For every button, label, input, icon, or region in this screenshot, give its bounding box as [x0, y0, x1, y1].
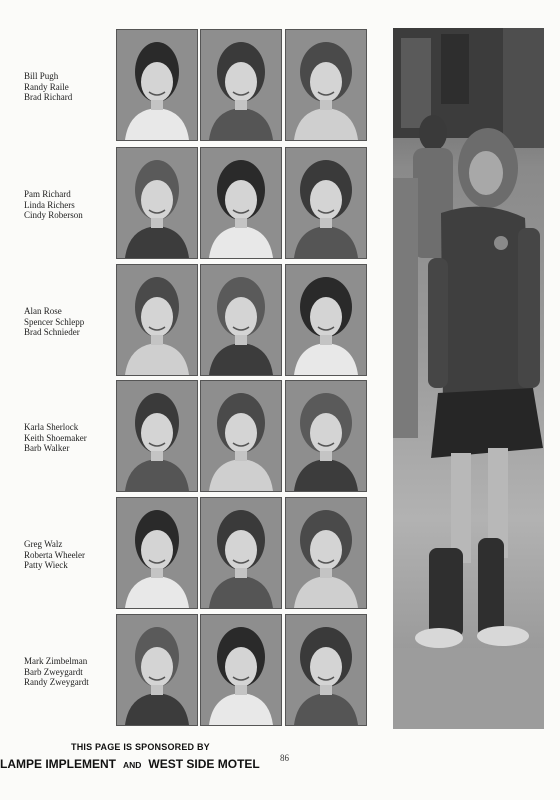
student-portrait — [116, 29, 198, 141]
student-name: Cindy Roberson — [24, 210, 83, 220]
sponsor-and: AND — [123, 760, 142, 770]
student-portrait — [116, 264, 198, 376]
portrait-row: Pam Richard Linda Richers Cindy Roberson — [0, 147, 380, 263]
student-portrait — [200, 614, 282, 726]
student-name: Brad Schnieder — [24, 327, 80, 337]
name-list: Alan Rose Spencer Schlepp Brad Schnieder — [24, 306, 116, 338]
name-list: Pam Richard Linda Richers Cindy Roberson — [24, 189, 116, 221]
student-name: Barb Walker — [24, 443, 70, 453]
sponsor-first: LAMPE IMPLEMENT — [0, 757, 116, 771]
name-list: Karla Sherlock Keith Shoemaker Barb Walker — [24, 422, 116, 454]
portrait-row: Alan Rose Spencer Schlepp Brad Schnieder — [0, 264, 380, 380]
student-portrait — [285, 380, 367, 492]
portrait-row: Karla Sherlock Keith Shoemaker Barb Walker — [0, 380, 380, 496]
student-portrait — [116, 614, 198, 726]
page-number: 86 — [280, 753, 289, 763]
student-name: Randy Zweygardt — [24, 677, 89, 687]
student-portrait — [200, 380, 282, 492]
portrait-row: Mark Zimbelman Barb Zweygardt Randy Zweyga… — [0, 614, 380, 730]
student-portrait — [116, 147, 198, 259]
student-portrait — [285, 147, 367, 259]
student-portrait — [116, 380, 198, 492]
portrait-row: Greg Walz Roberta Wheeler Patty Wieck — [0, 497, 380, 613]
student-name: Linda Richers — [24, 199, 75, 210]
student-name: Alan Rose — [24, 306, 62, 316]
student-portrait — [200, 264, 282, 376]
student-portrait — [200, 29, 282, 141]
student-name: Roberta Wheeler — [24, 549, 86, 560]
student-portrait — [285, 497, 367, 609]
student-name: Karla Sherlock — [24, 422, 79, 432]
student-name: Greg Walz — [24, 539, 63, 549]
student-portrait — [285, 614, 367, 726]
sponsor-heading: THIS PAGE IS SPONSORED BY — [71, 742, 210, 752]
student-portrait — [116, 497, 198, 609]
student-portrait — [200, 497, 282, 609]
sponsor-second: WEST SIDE MOTEL — [148, 757, 260, 771]
name-list: Greg Walz Roberta Wheeler Patty Wieck — [24, 539, 116, 571]
student-name: Patty Wieck — [24, 560, 68, 570]
candid-photo-majorette — [393, 28, 544, 729]
student-name: Spencer Schlepp — [24, 316, 85, 327]
sponsor-names: LAMPE IMPLEMENT AND WEST SIDE MOTEL — [0, 757, 260, 771]
student-portrait — [285, 29, 367, 141]
student-portrait — [200, 147, 282, 259]
portrait-row: Bill Pugh Randy Raile Brad Richard — [0, 29, 380, 145]
student-name: Barb Zweygardt — [24, 666, 83, 677]
student-name: Pam Richard — [24, 189, 71, 199]
name-list: Mark Zimbelman Barb Zweygardt Randy Zweyga… — [24, 656, 116, 688]
student-name: Randy Raile — [24, 81, 69, 92]
student-name: Mark Zimbelman — [24, 656, 88, 666]
student-name: Bill Pugh — [24, 71, 59, 81]
student-portrait — [285, 264, 367, 376]
student-name: Keith Shoemaker — [24, 432, 87, 443]
student-name: Brad Richard — [24, 92, 73, 102]
name-list: Bill Pugh Randy Raile Brad Richard — [24, 71, 116, 103]
